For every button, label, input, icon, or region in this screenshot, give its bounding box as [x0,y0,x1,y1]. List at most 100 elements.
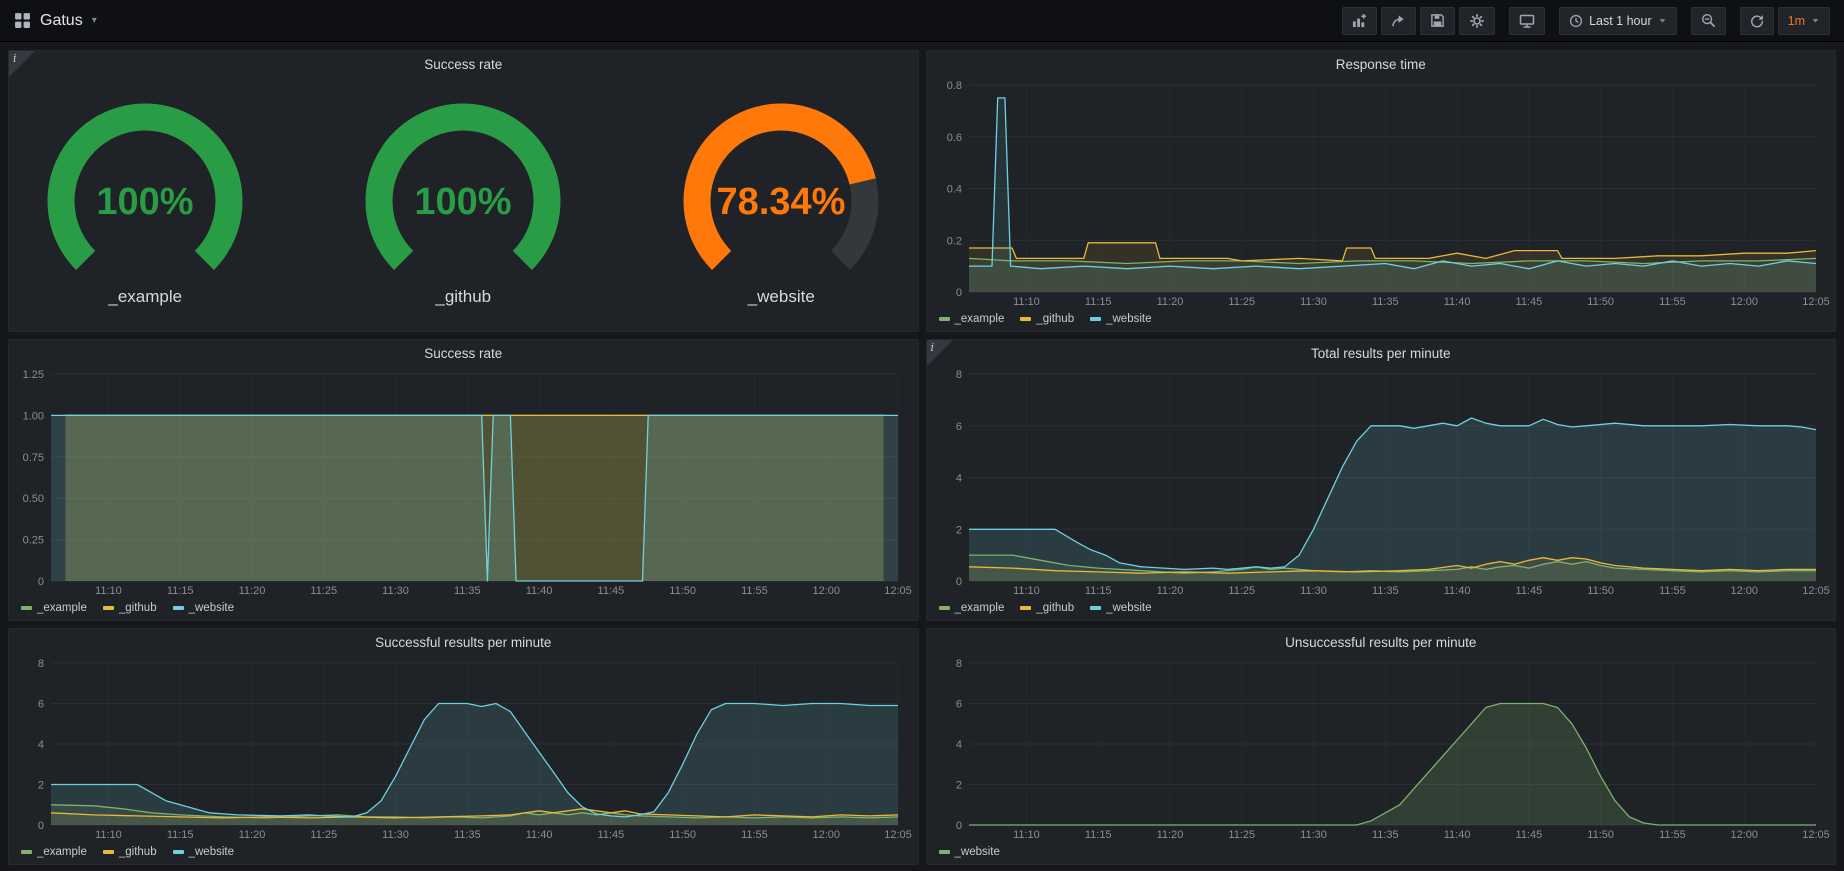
refresh-interval-label: 1m [1788,14,1805,28]
panel-title-success-rate[interactable]: Success rate [9,51,918,77]
legend-series-name: _example [955,313,1005,325]
legend-item-example[interactable]: _example [939,602,1005,614]
gauge-arc-example: 100% [15,101,275,285]
dashboard-settings-button[interactable] [1459,7,1495,35]
chart-unsuccessful-results-per-minute[interactable]: 11:1011:1511:2011:2511:3011:3511:4011:45… [927,655,1836,843]
chart-success-rate[interactable]: 11:1011:1511:2011:2511:3011:3511:4011:45… [9,366,918,599]
legend-swatch [173,850,184,854]
panel-successful-results-per-minute-4: Successful results per minute11:1011:151… [8,628,919,865]
x-tick-label: 11:40 [526,585,553,597]
legend-series-name: _github [119,602,157,614]
panel-info-corner[interactable]: i [927,340,953,366]
zoom-out-time-range-button[interactable] [1691,7,1726,35]
gauge-website: 78.34%_website [651,101,911,307]
y-tick-label: 0.6 [946,132,961,144]
x-tick-label: 11:40 [1443,296,1470,308]
add-panel-button[interactable] [1342,7,1377,35]
legend-item-github[interactable]: _github [1020,313,1074,325]
gauge-value-text: 100% [97,181,194,223]
save-dashboard-button[interactable] [1420,7,1455,35]
x-tick-label: 11:20 [1156,296,1183,308]
panel-title-unsuccessful-results-per-minute[interactable]: Unsuccessful results per minute [927,629,1836,655]
panel-success-rate-2: Success rate11:1011:1511:2011:2511:3011:… [8,339,919,621]
dashboard-title[interactable]: Gatus [40,12,83,30]
legend-item-example[interactable]: _example [21,846,87,858]
legend-series-name: _website [189,846,234,858]
x-tick-label: 11:50 [669,829,696,841]
y-tick-label: 6 [955,421,961,433]
magnifier-minus-icon [1701,13,1716,28]
gauge-series-label: _github [435,287,491,307]
x-tick-label: 11:25 [1228,829,1255,841]
gauge-github: 100%_github [333,101,593,307]
gauge-example: 100%_example [15,101,275,307]
clock-icon [1569,14,1583,28]
y-tick-label: 0.2 [946,235,961,247]
info-icon: i [13,52,17,65]
caret-down-icon [1658,16,1667,25]
y-tick-label: 8 [38,658,44,670]
panel-body: 11:1011:1511:2011:2511:3011:3511:4011:45… [9,655,918,843]
panel-title-success-rate[interactable]: Success rate [9,340,918,366]
chart-plot-area[interactable]: 11:1011:1511:2011:2511:3011:3511:4011:45… [927,366,1836,599]
cycle-view-mode-button[interactable] [1509,7,1545,35]
floppy-icon [1430,13,1445,28]
legend-item-github[interactable]: _github [103,846,157,858]
dashboard-title-caret-icon[interactable]: ▾ [92,15,97,26]
navbar: Gatus ▾ Last 1 hour 1m [0,0,1844,42]
info-icon: i [931,341,935,354]
legend-item-website[interactable]: _website [1090,602,1151,614]
x-tick-label: 11:15 [1084,585,1111,597]
legend-series-name: _website [955,846,1000,858]
chart-response-time[interactable]: 11:1011:1511:2011:2511:3011:3511:4011:45… [927,77,1836,310]
x-tick-label: 11:30 [1300,585,1327,597]
legend-item-website[interactable]: _website [1090,313,1151,325]
legend: _website [927,843,1836,864]
series-fill-website [969,418,1816,581]
x-tick-label: 11:45 [1515,829,1542,841]
legend-item-website[interactable]: _website [173,602,234,614]
chart-total-results-per-minute[interactable]: 11:1011:1511:2011:2511:3011:3511:4011:45… [927,366,1836,599]
legend-swatch [21,850,32,854]
chart-plot-area[interactable]: 11:1011:1511:2011:2511:3011:3511:4011:45… [9,366,918,599]
y-tick-label: 4 [955,473,961,485]
x-tick-label: 11:55 [1659,585,1686,597]
panel-title-total-results-per-minute[interactable]: Total results per minute [927,340,1836,366]
legend-item-example[interactable]: _example [939,313,1005,325]
y-tick-label: 6 [955,699,961,711]
legend-item-github[interactable]: _github [103,602,157,614]
x-tick-label: 11:50 [1587,829,1614,841]
legend-item-website[interactable]: _website [939,846,1000,858]
x-tick-label: 11:25 [310,829,337,841]
legend-series-name: _github [119,846,157,858]
x-tick-label: 11:20 [1156,829,1183,841]
panel-title-response-time[interactable]: Response time [927,51,1836,77]
x-tick-label: 11:20 [1156,585,1183,597]
refresh-interval-button[interactable]: 1m [1778,7,1830,35]
x-tick-label: 11:10 [95,829,122,841]
dashboards-grid-icon[interactable] [14,12,31,29]
panel-info-corner[interactable]: i [9,51,35,77]
x-tick-label: 12:05 [1802,585,1830,597]
time-range-picker-button[interactable]: Last 1 hour [1559,7,1677,35]
chart-plot-area[interactable]: 11:1011:1511:2011:2511:3011:3511:4011:45… [927,655,1836,843]
y-tick-label: 2 [955,524,961,536]
y-tick-label: 1.25 [23,369,44,381]
chart-plot-area[interactable]: 11:1011:1511:2011:2511:3011:3511:4011:45… [927,77,1836,310]
x-tick-label: 11:35 [454,585,481,597]
chart-plot-area[interactable]: 11:1011:1511:2011:2511:3011:3511:4011:45… [9,655,918,843]
legend-series-name: _example [37,602,87,614]
legend-item-github[interactable]: _github [1020,602,1074,614]
legend-series-name: _github [1036,602,1074,614]
navbar-left: Gatus ▾ [14,12,97,30]
x-tick-label: 11:45 [598,829,625,841]
panel-title-successful-results-per-minute[interactable]: Successful results per minute [9,629,918,655]
legend-item-example[interactable]: _example [21,602,87,614]
share-dashboard-button[interactable] [1381,7,1416,35]
panel-body: 11:1011:1511:2011:2511:3011:3511:4011:45… [927,77,1836,310]
x-tick-label: 12:00 [1730,585,1758,597]
refresh-dashboard-button[interactable] [1740,7,1774,35]
refresh-icon [1750,14,1764,28]
legend-item-website[interactable]: _website [173,846,234,858]
chart-successful-results-per-minute[interactable]: 11:1011:1511:2011:2511:3011:3511:4011:45… [9,655,918,843]
